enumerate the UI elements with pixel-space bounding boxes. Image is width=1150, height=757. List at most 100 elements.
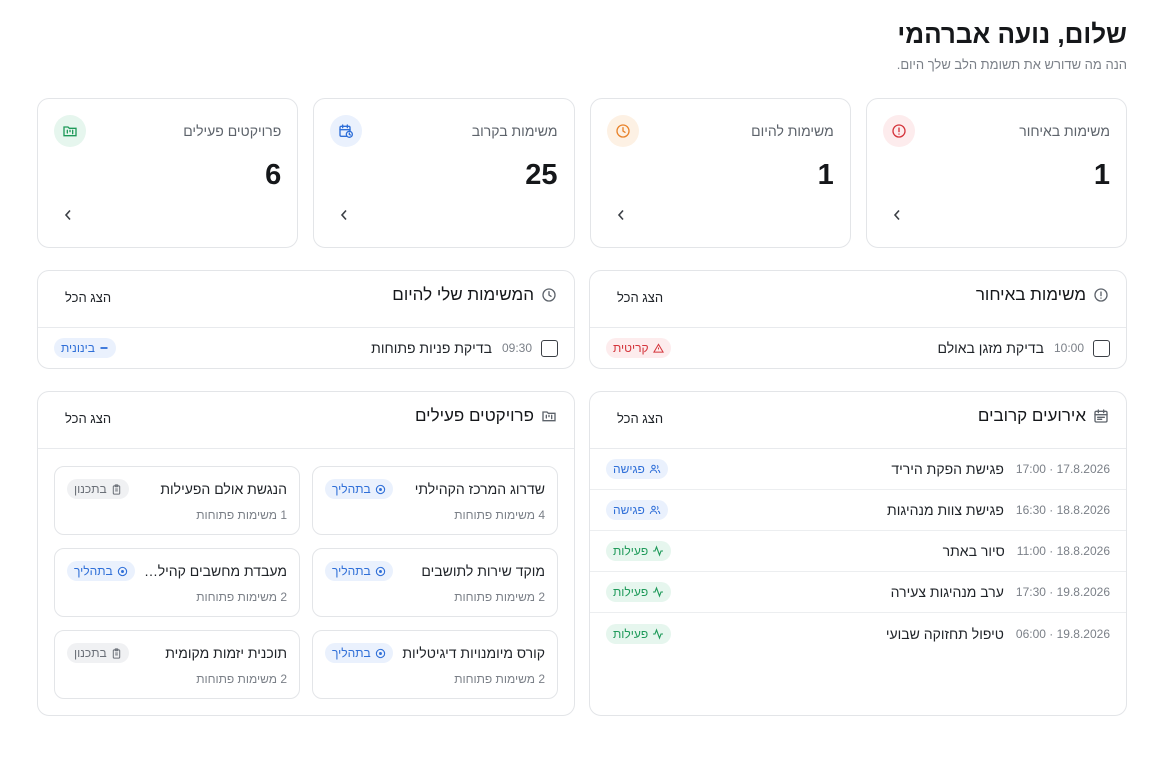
project-name: שדרוג המרכז הקהילתי	[414, 481, 545, 497]
event-title: ערב מנהיגות צעירה	[890, 584, 1004, 600]
activity-icon	[653, 586, 664, 598]
project-card[interactable]: מעבדת מחשבים קהילתית 2 משימות פתוחות בתה…	[54, 548, 300, 617]
project-open-tasks: 4 משימות פתוחות	[454, 508, 545, 522]
circle-dot-icon	[375, 566, 385, 576]
project-status-badge: בתכנון	[67, 479, 129, 499]
project-name: קורס מיומנויות דיגיטליות	[402, 645, 545, 661]
chevron-left-icon[interactable]	[338, 209, 350, 221]
activity-icon	[653, 627, 664, 640]
event-row[interactable]: 18.8.2026 · 11:00 סיור באתר פעילות	[590, 531, 1126, 572]
stat-card-today[interactable]: משימות להיום 1	[589, 98, 851, 248]
stat-card-projects[interactable]: פרויקטים פעילים 6	[37, 98, 299, 248]
projects-grid: שדרוג המרכז הקהילתי 4 משימות פתוחות בתהל…	[54, 466, 558, 699]
users-icon	[649, 505, 661, 515]
project-open-tasks: 2 משימות פתוחות	[196, 590, 287, 604]
alert-circle-icon	[1092, 286, 1110, 304]
stat-label: משימות באיחור	[1019, 123, 1110, 139]
panel-title-text: פרויקטים פעילים	[414, 406, 534, 425]
project-card[interactable]: קורס מיומנויות דיגיטליות 2 משימות פתוחות…	[312, 630, 558, 699]
project-card[interactable]: הנגשת אולם הפעילות 1 משימות פתוחות בתכנו…	[54, 466, 300, 535]
calendar-clock-icon	[330, 115, 363, 147]
event-row[interactable]: 17.8.2026 · 17:00 פגישת הפקת היריד פגישה	[590, 449, 1126, 490]
show-all-button[interactable]: הצג הכל	[65, 411, 111, 426]
priority-badge: בינונית	[54, 338, 116, 358]
project-status-badge: בתכנון	[67, 643, 129, 663]
project-card[interactable]: מוקד שירות לתושבים 2 משימות פתוחות בתהלי…	[312, 548, 558, 617]
panel-header: משימות באיחור הצג הכל	[590, 271, 1126, 328]
task-checkbox[interactable]	[541, 339, 558, 357]
stat-label: משימות להיום	[751, 123, 834, 139]
project-name: תוכנית יזמות מקומית	[165, 645, 287, 661]
project-card[interactable]: שדרוג המרכז הקהילתי 4 משימות פתוחות בתהל…	[312, 466, 558, 535]
task-time: 10:00	[1053, 341, 1084, 355]
task-checkbox[interactable]	[1093, 339, 1110, 357]
project-open-tasks: 2 משימות פתוחות	[454, 590, 545, 604]
page-title: שלום, נועה אברהמי	[897, 19, 1127, 49]
page-subtitle: הנה מה שדורש את תשומת הלב שלך היום.	[896, 57, 1127, 72]
project-status-badge: בתהליך	[325, 479, 393, 499]
task-title: בדיקת מזגן באולם	[937, 340, 1044, 356]
folder-kanban-icon	[540, 407, 558, 425]
clipboard-icon	[112, 647, 120, 659]
chevron-left-icon[interactable]	[615, 209, 627, 221]
folder-kanban-icon	[54, 115, 86, 147]
event-type-badge: פגישה	[606, 459, 668, 479]
users-icon	[649, 464, 661, 474]
stat-value: 6	[265, 159, 282, 191]
chevron-left-icon[interactable]	[891, 209, 903, 221]
clock-icon	[540, 286, 558, 304]
event-title: פגישת צוות מנהיגות	[887, 502, 1004, 518]
stat-card-overdue[interactable]: משימות באיחור 1	[865, 98, 1127, 248]
event-row[interactable]: 19.8.2026 · 17:30 ערב מנהיגות צעירה פעיל…	[590, 572, 1126, 613]
overdue-tasks-panel: משימות באיחור הצג הכל 10:00 בדיקת מזגן ב…	[589, 270, 1127, 369]
event-title: טיפול תחזוקה שבועי	[885, 625, 1004, 642]
project-name: מוקד שירות לתושבים	[421, 563, 545, 579]
circle-dot-icon	[375, 484, 385, 494]
stat-value: 1	[1093, 159, 1110, 191]
panel-title-text: אירועים קרובים	[977, 406, 1086, 425]
show-all-button[interactable]: הצג הכל	[617, 411, 663, 426]
stat-value: 1	[817, 159, 834, 191]
show-all-button[interactable]: הצג הכל	[65, 290, 111, 305]
project-open-tasks: 2 משימות פתוחות	[196, 672, 287, 686]
clock-icon	[606, 115, 639, 147]
event-type-badge: פעילות	[606, 541, 672, 561]
event-row[interactable]: 19.8.2026 · 06:00 טיפול תחזוקה שבועי פעי…	[590, 613, 1126, 654]
project-open-tasks: 1 משימות פתוחות	[196, 508, 287, 522]
event-date: 18.8.2026 · 11:00	[1016, 544, 1110, 558]
warning-triangle-icon	[652, 342, 664, 353]
today-tasks-panel: המשימות שלי להיום הצג הכל 09:30 בדיקת פנ…	[37, 270, 575, 369]
task-row[interactable]: 09:30 בדיקת פניות פתוחות בינונית	[38, 328, 574, 368]
task-title: בדיקת פניות פתוחות	[371, 340, 492, 356]
stat-value: 25	[525, 159, 558, 191]
alert-circle-icon	[882, 115, 915, 147]
clipboard-icon	[112, 483, 120, 495]
events-list: 17.8.2026 · 17:00 פגישת הפקת היריד פגישה…	[590, 449, 1126, 654]
project-open-tasks: 2 משימות פתוחות	[454, 672, 545, 686]
stat-card-upcoming[interactable]: משימות בקרוב 25	[313, 98, 575, 248]
panel-header: אירועים קרובים הצג הכל	[590, 392, 1126, 449]
panel-title: משימות באיחור	[976, 285, 1110, 305]
circle-dot-icon	[375, 648, 385, 658]
show-all-button[interactable]: הצג הכל	[617, 290, 663, 305]
event-date: 19.8.2026 · 06:00	[1015, 626, 1110, 641]
panel-header: פרויקטים פעילים הצג הכל	[38, 392, 574, 449]
event-date: 19.8.2026 · 17:30	[1015, 585, 1110, 599]
panel-title-text: משימות באיחור	[975, 285, 1086, 304]
dashboard: שלום, נועה אברהמי הנה מה שדורש את תשומת …	[37, 18, 1127, 248]
chevron-left-icon[interactable]	[62, 209, 74, 221]
event-row[interactable]: 18.8.2026 · 16:30 פגישת צוות מנהיגות פגי…	[590, 490, 1126, 531]
project-card[interactable]: תוכנית יזמות מקומית 2 משימות פתוחות בתכנ…	[54, 630, 300, 699]
event-type-badge: פגישה	[606, 500, 668, 520]
event-date: 18.8.2026 · 16:30	[1015, 503, 1110, 517]
task-row[interactable]: 10:00 בדיקת מזגן באולם קריטית	[590, 328, 1126, 368]
stat-label: פרויקטים פעילים	[183, 123, 282, 139]
event-type-badge: פעילות	[606, 623, 672, 644]
activity-icon	[653, 545, 664, 557]
circle-dot-icon	[117, 566, 127, 576]
panel-header: המשימות שלי להיום הצג הכל	[38, 271, 574, 328]
project-name: הנגשת אולם הפעילות	[160, 481, 287, 497]
project-name: מעבדת מחשבים קהילתית	[137, 563, 287, 579]
panel-title: המשימות שלי להיום	[392, 285, 558, 305]
minus-icon	[100, 347, 108, 349]
